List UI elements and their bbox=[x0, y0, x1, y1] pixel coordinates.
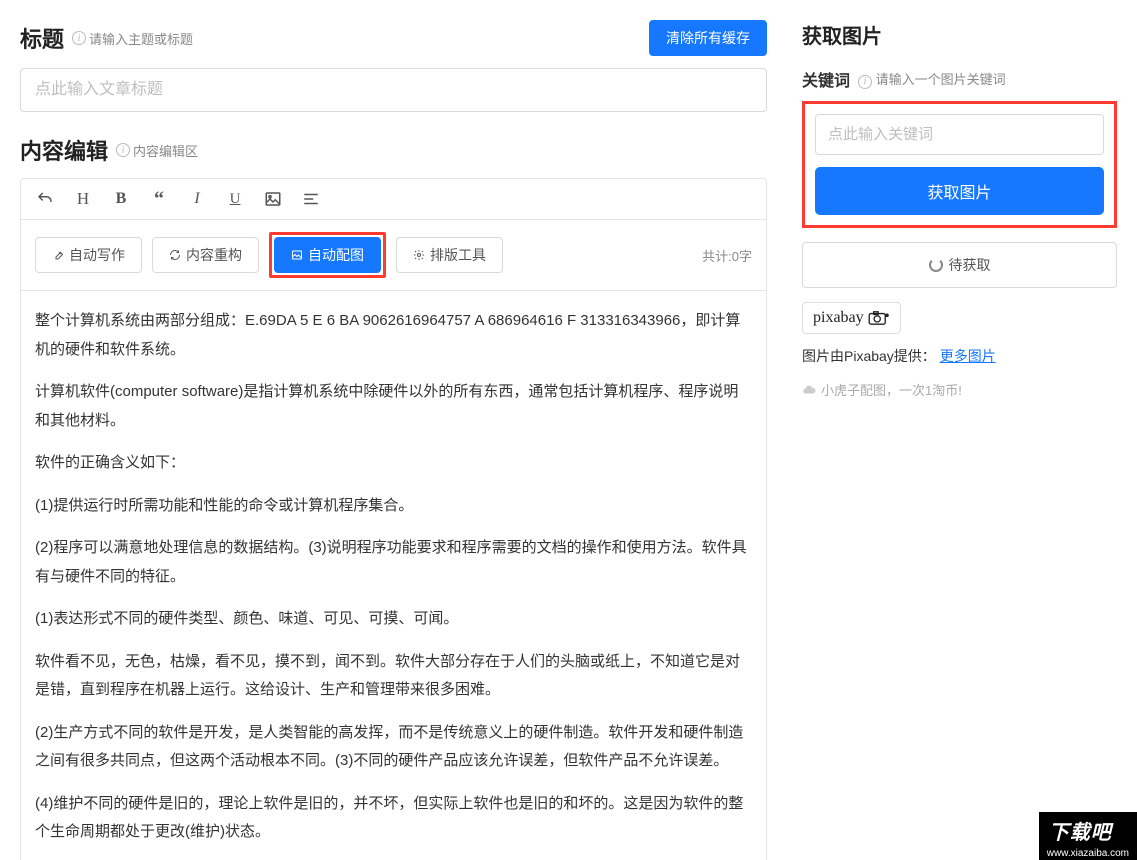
info-icon: i bbox=[858, 75, 872, 89]
paragraph: (2)程序可以满意地处理信息的数据结构。(3)说明程序功能要求和程序需要的文档的… bbox=[35, 534, 752, 591]
layout-tool-button[interactable]: 排版工具 bbox=[396, 237, 503, 273]
heading-icon[interactable]: H bbox=[73, 189, 93, 209]
paragraph: (4)维护不同的硬件是旧的，理论上软件是旧的，并不坏，但实际上软件也是旧的和坏的… bbox=[35, 790, 752, 847]
image-icon[interactable] bbox=[263, 189, 283, 209]
auto-image-button[interactable]: 自动配图 bbox=[274, 237, 381, 273]
italic-icon[interactable]: I bbox=[187, 189, 207, 209]
article-title-input[interactable] bbox=[20, 68, 767, 112]
paragraph: (1)提供运行时所需功能和性能的命令或计算机程序集合。 bbox=[35, 492, 752, 521]
paragraph: (2)生产方式不同的软件是开发，是人类智能的高发挥，而不是传统意义上的硬件制造。… bbox=[35, 719, 752, 776]
spinner-icon bbox=[929, 258, 943, 272]
clear-cache-button[interactable]: 清除所有缓存 bbox=[649, 20, 767, 56]
restructure-button[interactable]: 内容重构 bbox=[152, 237, 259, 273]
info-icon: i bbox=[72, 31, 86, 45]
keyword-hint: i 请输入一个图片关键词 bbox=[858, 69, 1006, 89]
footer-note: 小虎子配图，一次1淘币! bbox=[802, 380, 1117, 399]
word-count: 共计:0字 bbox=[702, 246, 752, 265]
keyword-label: 关键词 i 请输入一个图片关键词 bbox=[802, 67, 1117, 91]
undo-icon[interactable] bbox=[35, 189, 55, 209]
paragraph: 软件的正确含义如下： bbox=[35, 449, 752, 478]
fetch-image-button[interactable]: 获取图片 bbox=[815, 167, 1104, 215]
editor-box: H B “ I U 自动写作 内容重构 bbox=[20, 178, 767, 860]
cloud-icon bbox=[802, 383, 816, 397]
paragraph: 软件看不见，无色，枯燥，看不见，摸不到，闻不到。软件大部分存在于人们的头脑或纸上… bbox=[35, 648, 752, 705]
format-toolbar: H B “ I U bbox=[21, 179, 766, 220]
editor-section-header: 内容编辑 i 内容编辑区 bbox=[20, 134, 767, 166]
camera-icon bbox=[868, 310, 890, 326]
keyword-input[interactable] bbox=[815, 114, 1104, 155]
auto-write-button[interactable]: 自动写作 bbox=[35, 237, 142, 273]
paragraph: (1)表达形式不同的硬件类型、颜色、味道、可见、可摸、可闻。 bbox=[35, 605, 752, 634]
editor-content[interactable]: 整个计算机系统由两部分组成：E.69DA 5 E 6 BA 9062616964… bbox=[21, 291, 766, 860]
keyword-highlight-box: 获取图片 bbox=[802, 101, 1117, 228]
pixabay-badge: pixabay bbox=[802, 302, 901, 334]
editor-hint: i 内容编辑区 bbox=[116, 141, 198, 160]
pending-status: 待获取 bbox=[802, 242, 1117, 288]
quote-icon[interactable]: “ bbox=[149, 189, 169, 209]
info-icon: i bbox=[116, 143, 130, 157]
paragraph: 整个计算机系统由两部分组成：E.69DA 5 E 6 BA 9062616964… bbox=[35, 307, 752, 364]
credit-line: 图片由Pixabay提供： 更多图片 bbox=[802, 346, 1117, 366]
align-icon[interactable] bbox=[301, 189, 321, 209]
auto-image-highlight: 自动配图 bbox=[269, 232, 386, 278]
editor-label: 内容编辑 i 内容编辑区 bbox=[20, 134, 198, 166]
get-image-title: 获取图片 bbox=[802, 20, 1117, 49]
title-section-header: 标题 i 请输入主题或标题 清除所有缓存 bbox=[20, 20, 767, 56]
title-label: 标题 i 请输入主题或标题 bbox=[20, 22, 193, 54]
title-hint: i 请输入主题或标题 bbox=[72, 29, 193, 48]
action-toolbar: 自动写作 内容重构 自动配图 排版工具 共计:0字 bbox=[21, 220, 766, 291]
underline-icon[interactable]: U bbox=[225, 189, 245, 209]
paragraph: 计算机软件(computer software)是指计算机系统中除硬件以外的所有… bbox=[35, 378, 752, 435]
bold-icon[interactable]: B bbox=[111, 189, 131, 209]
watermark: 下载吧 www.xiazaiba.com bbox=[1039, 812, 1137, 860]
more-images-link[interactable]: 更多图片 bbox=[940, 348, 996, 364]
